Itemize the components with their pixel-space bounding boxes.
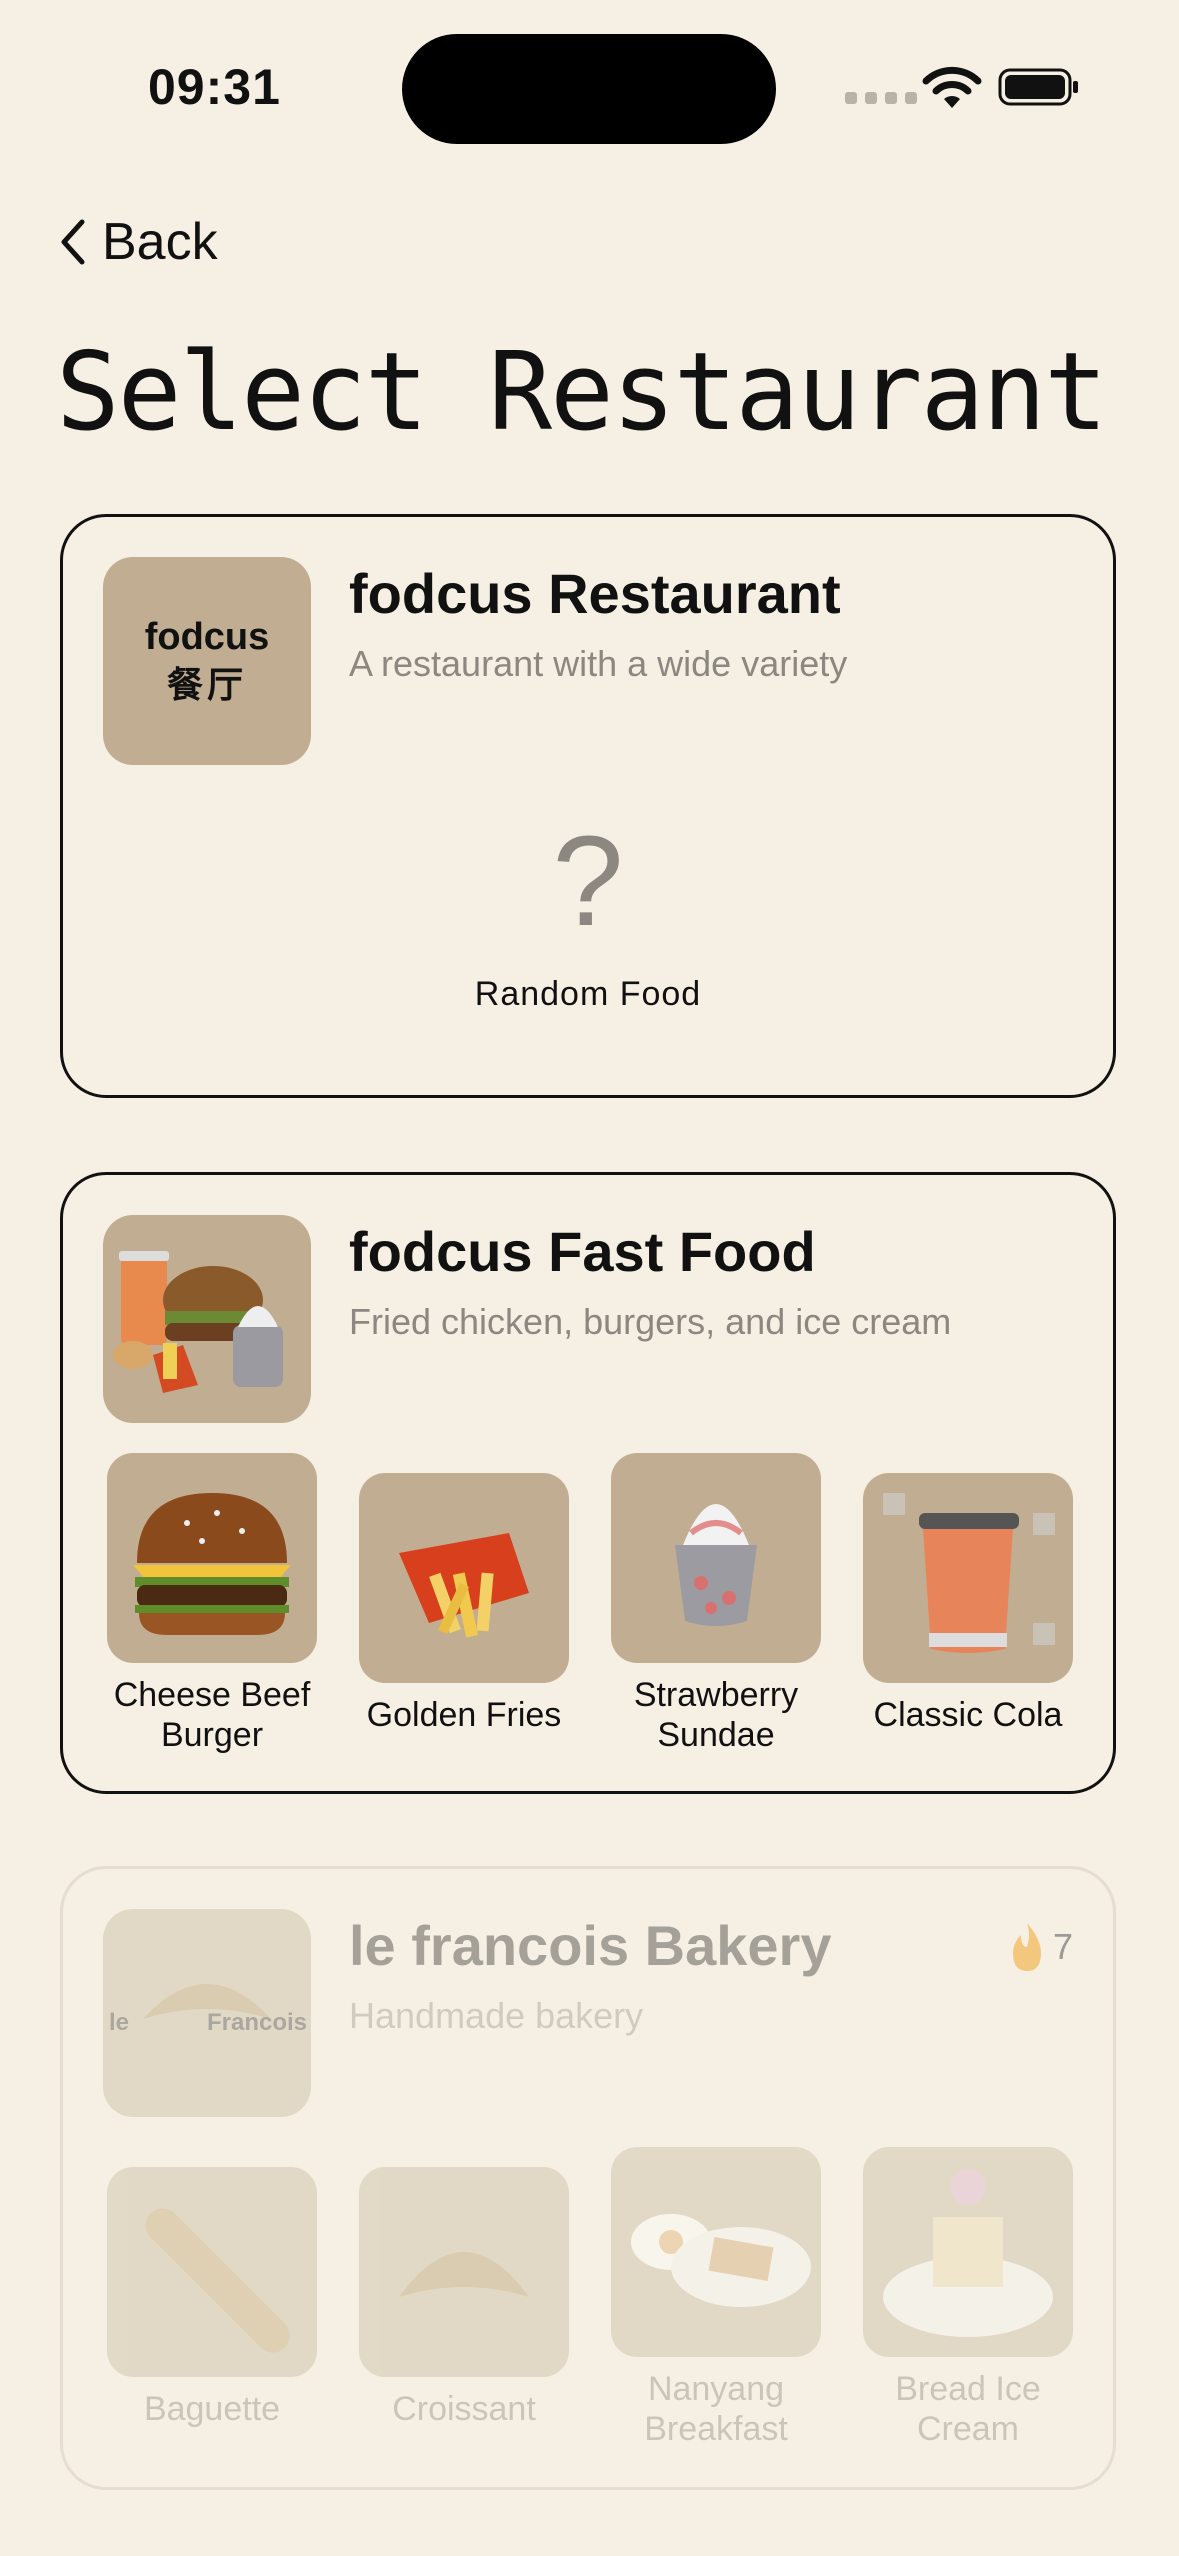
cellular-signal-icon xyxy=(845,92,917,104)
random-food-label: Random Food xyxy=(474,975,702,1013)
chevron-left-icon xyxy=(61,219,85,265)
breakfast-icon xyxy=(611,2147,821,2357)
menu-item-label: Strawberry Sundae xyxy=(633,1676,799,1754)
restaurant-card-fodcus-restaurant[interactable]: fodcus 餐厅 fodcus Restaurant A restaurant… xyxy=(60,514,1116,1098)
back-button[interactable]: Back xyxy=(58,212,218,272)
restaurant-name: fodcus Fast Food xyxy=(349,1220,816,1283)
restaurant-description: A restaurant with a wide variety xyxy=(349,643,848,684)
wifi-icon xyxy=(922,66,982,108)
restaurant-description: Handmade bakery xyxy=(349,1995,644,2036)
menu-item-golden-fries[interactable]: Golden Fries xyxy=(359,1473,569,1735)
menu-item-label: Golden Fries xyxy=(366,1696,562,1734)
croissant-icon xyxy=(359,2167,569,2377)
menu-item-croissant: Croissant xyxy=(359,2167,569,2429)
menu-item-classic-cola[interactable]: Classic Cola xyxy=(863,1473,1073,1735)
back-label: Back xyxy=(102,213,218,271)
restaurant-logo: fodcus 餐厅 xyxy=(103,557,311,765)
logo-text-line1: fodcus xyxy=(144,616,270,658)
menu-item-nanyang-breakfast: Nanyang Breakfast xyxy=(611,2147,821,2449)
sundae-icon xyxy=(611,1453,821,1663)
menu-item-label: Nanyang Breakfast xyxy=(644,2370,788,2448)
hot-badge: 7 xyxy=(1007,1921,1073,1973)
restaurant-card-le-francois-bakery[interactable]: le Francois le francois Bakery Handmade … xyxy=(60,1866,1116,2490)
restaurant-name: le francois Bakery xyxy=(349,1914,832,1977)
question-mark-icon: ? xyxy=(552,810,624,953)
baguette-icon xyxy=(107,2167,317,2377)
menu-item-label: Croissant xyxy=(392,2390,536,2428)
menu-item-cheese-beef-burger[interactable]: Cheese Beef Burger xyxy=(107,1453,317,1755)
menu-item-label: Bread Ice Cream xyxy=(895,2370,1041,2448)
bakery-logo: le Francois xyxy=(103,1909,311,2117)
menu-item-label: Cheese Beef Burger xyxy=(113,1676,311,1754)
flame-icon xyxy=(1012,1923,1041,1971)
cola-icon xyxy=(863,1473,1073,1683)
burger-icon xyxy=(107,1453,317,1663)
restaurant-card-fodcus-fast-food[interactable]: fodcus Fast Food Fried chicken, burgers,… xyxy=(60,1172,1116,1794)
random-food-button[interactable]: ? Random Food xyxy=(63,817,1113,1014)
logo-text-line2: 餐厅 xyxy=(166,664,247,705)
bread-ice-cream-icon xyxy=(863,2147,1073,2357)
status-time: 09:31 xyxy=(148,59,281,115)
page-title: Select Restaurant xyxy=(56,330,1108,455)
restaurant-description: Fried chicken, burgers, and ice cream xyxy=(349,1301,952,1342)
menu-item-baguette: Baguette xyxy=(107,2167,317,2429)
menu-item-label: Classic Cola xyxy=(873,1696,1063,1734)
dynamic-island xyxy=(402,34,776,144)
menu-item-strawberry-sundae[interactable]: Strawberry Sundae xyxy=(611,1453,821,1755)
menu-item-bread-ice-cream: Bread Ice Cream xyxy=(863,2147,1073,2449)
fries-icon xyxy=(359,1473,569,1683)
logo-text-right: Francois xyxy=(206,2009,307,2036)
badge-count: 7 xyxy=(1052,1926,1073,1967)
fast-food-logo xyxy=(103,1215,311,1423)
menu-item-label: Baguette xyxy=(143,2390,281,2428)
restaurant-name: fodcus Restaurant xyxy=(349,562,841,625)
logo-text-left: le xyxy=(109,2009,130,2036)
fast-food-combo-icon xyxy=(113,1251,283,1393)
battery-icon xyxy=(998,68,1078,106)
